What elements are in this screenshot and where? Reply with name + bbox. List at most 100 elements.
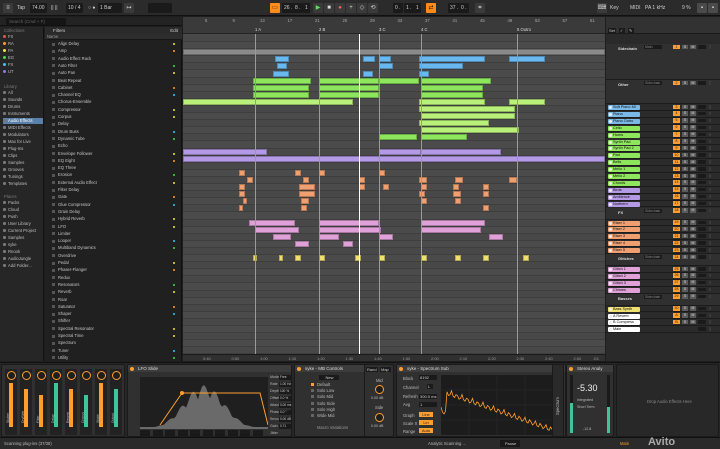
volume-field[interactable] [698,111,706,116]
solo-button[interactable]: S [682,266,688,271]
mute-button[interactable]: M [690,226,696,232]
variation-item[interactable]: Solo High [317,407,335,412]
mixer-track-row[interactable]: Glitch 2 26 S M [606,272,720,280]
arrangement-track-lane[interactable] [183,148,605,156]
audio-clip[interactable] [319,91,379,98]
audio-clip[interactable] [247,177,253,184]
track-activator-icon[interactable] [609,314,612,318]
audio-clip[interactable] [239,169,245,176]
mixer-track-row[interactable]: Riser 2 20 S M [606,226,720,234]
browser-item[interactable]: EQ Three [45,165,182,171]
audio-clip[interactable] [279,255,283,262]
audio-clip[interactable] [343,240,353,247]
collection-item[interactable]: EG [3,55,43,61]
mute-button[interactable]: M [690,159,696,165]
audio-clip[interactable] [319,219,379,226]
track-activator-icon[interactable] [609,235,612,239]
browser-item[interactable]: Dynamic Tube [45,136,182,142]
mute-button[interactable]: M [690,152,696,158]
track-name[interactable]: Main [608,327,640,333]
arrangement-track-lane[interactable] [183,35,605,43]
place-item[interactable]: Rnook [3,249,43,255]
browser-item[interactable]: Channel EQ [45,92,182,98]
audio-clip[interactable] [421,113,515,120]
arrangement-track-lane[interactable] [183,283,605,291]
track-number[interactable]: B [673,319,680,325]
arrangement-track-lane[interactable] [183,141,605,149]
track-activator-icon[interactable] [609,161,612,165]
solo-button[interactable]: S [682,254,688,259]
arrangement-track-lane[interactable] [183,347,605,355]
side-knob[interactable] [375,413,384,422]
audio-clip[interactable] [301,198,309,205]
audio-clip[interactable] [363,56,375,63]
mixer-track-row[interactable]: Basses Sidechain 29 S M [606,293,720,306]
library-item[interactable]: Templates [3,181,43,187]
mixer-track-row[interactable]: Synth Pad 2 9SM [606,145,720,153]
track-activator-icon[interactable] [609,249,612,253]
lfo-shape-button[interactable] [190,430,200,436]
lfo-shape-button[interactable] [140,430,150,436]
check-icon[interactable]: ✓ [619,28,625,33]
browser-item[interactable]: Align Delay [45,41,182,47]
solo-button[interactable]: S [682,180,688,185]
library-item[interactable]: Tunings [3,174,43,180]
browser-item[interactable]: Auto Pan [45,70,182,76]
mixer-track-row[interactable]: Synth Pad 8 S M [606,138,720,146]
volume-field[interactable] [698,139,706,143]
track-name[interactable]: Glitch 2 [608,273,640,279]
solo-button[interactable]: S [682,194,688,199]
browser-item[interactable]: Chorus-Ensemble [45,99,182,105]
audio-clip[interactable] [509,177,517,184]
volume-field[interactable] [698,320,706,324]
mute-button[interactable]: M [690,145,696,151]
midi-map-label[interactable]: MIDI [628,3,643,13]
track-number[interactable]: 26 [673,273,680,278]
mixer-track-row[interactable]: A Reverb A S M [606,312,720,320]
arrangement-track-lane[interactable] [183,198,605,206]
song-position-beats[interactable]: 8 . [293,3,303,13]
audio-clip[interactable] [483,205,489,212]
browser-item[interactable]: Gate [45,194,182,200]
browser-item[interactable]: Amp [45,48,182,54]
track-number[interactable]: 12 [673,166,680,172]
mute-button[interactable]: M [690,273,696,278]
solo-button[interactable]: S [682,226,688,232]
audio-clip[interactable] [183,49,605,56]
audio-clip[interactable] [303,177,309,184]
mixer-track-row[interactable]: Riser 5 23 S M [606,247,720,254]
volume-field[interactable] [698,187,706,192]
block-select[interactable]: 8192 [419,375,437,380]
collection-item[interactable]: RA [3,41,43,47]
variation-item[interactable]: Solo Mid [317,394,333,399]
mixer-track-row[interactable]: Glitches Sidechain 24 S M [606,254,720,266]
audio-clip[interactable] [379,255,385,262]
group-track-name[interactable]: Other [618,82,629,87]
track-activator-icon[interactable] [609,140,612,144]
place-item[interactable]: Add Folder... [3,263,43,269]
new-variation-button[interactable]: New [319,375,339,380]
track-name[interactable]: Ambience [608,194,640,200]
output-routing-select[interactable]: Sidechain [644,255,662,259]
mute-button[interactable]: M [690,266,696,271]
mute-button[interactable]: M [690,313,696,318]
solo-button[interactable]: S [682,220,688,225]
mixer-track-row[interactable]: Sidechain Main 1 S M [606,44,720,80]
audio-clip[interactable] [483,184,489,191]
audio-clip[interactable] [419,98,485,105]
track-name[interactable]: Bass Synth [608,306,640,312]
track-activator-icon[interactable] [609,328,612,332]
volume-field[interactable] [698,167,706,171]
track-name[interactable]: Birds [608,187,640,193]
track-name[interactable]: Piano Outro [608,118,640,124]
output-routing-select[interactable]: Sidechain [644,81,662,85]
audio-clip[interactable] [421,134,467,141]
lfo-param-value[interactable]: 0.0 % [279,395,292,401]
lfo-shape-button[interactable] [227,430,238,436]
device-power-icon[interactable] [130,366,134,371]
lfo-shape-button[interactable] [165,430,175,436]
track-name[interactable]: Soft Piano MI [608,105,640,110]
variation-item[interactable]: Solo Low [317,388,334,393]
browser-item[interactable]: Drum Buss [45,129,182,135]
browser-item[interactable]: Redux [45,275,182,281]
